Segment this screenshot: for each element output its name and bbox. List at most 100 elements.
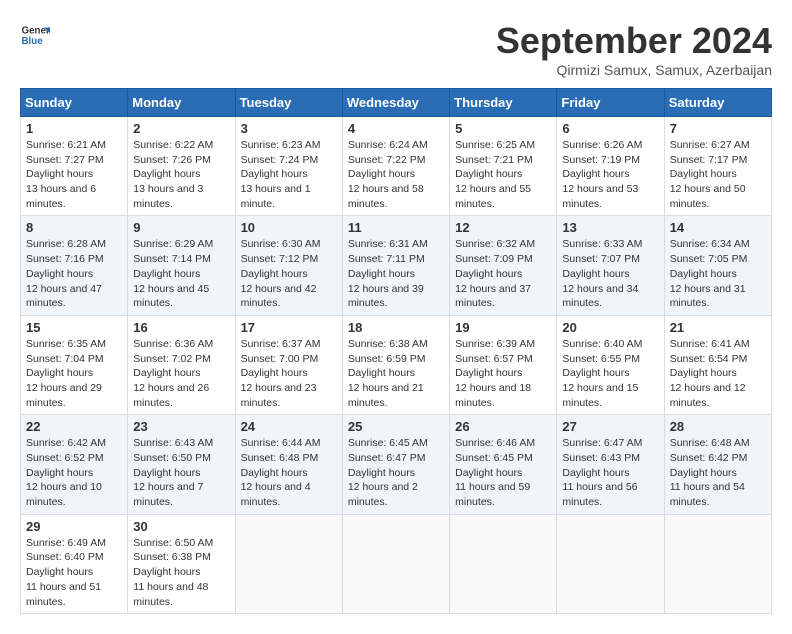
day-info: Sunrise: 6:27 AMSunset: 7:17 PMDaylight … [670,138,766,211]
day-number: 18 [348,320,444,335]
calendar-cell: 3 Sunrise: 6:23 AMSunset: 7:24 PMDaylight… [235,117,342,216]
day-info: Sunrise: 6:38 AMSunset: 6:59 PMDaylight … [348,337,444,410]
logo-icon: General Blue [20,20,50,50]
day-number: 14 [670,220,766,235]
day-number: 3 [241,121,337,136]
day-info: Sunrise: 6:47 AMSunset: 6:43 PMDaylight … [562,436,658,509]
day-info: Sunrise: 6:46 AMSunset: 6:45 PMDaylight … [455,436,551,509]
day-info: Sunrise: 6:35 AMSunset: 7:04 PMDaylight … [26,337,122,410]
calendar-cell [235,514,342,613]
day-number: 20 [562,320,658,335]
calendar-cell: 2Sunrise: 6:22 AMSunset: 7:26 PMDaylight… [128,117,235,216]
calendar-table: SundayMondayTuesdayWednesdayThursdayFrid… [20,88,772,614]
day-number: 25 [348,419,444,434]
calendar-cell: 26 Sunrise: 6:46 AMSunset: 6:45 PMDayligh… [450,415,557,514]
weekday-header-saturday: Saturday [664,89,771,117]
day-info: Sunrise: 6:21 AMSunset: 7:27 PMDaylight … [26,138,122,211]
day-number: 19 [455,320,551,335]
day-number: 16 [133,320,229,335]
day-info: Sunrise: 6:48 AMSunset: 6:42 PMDaylight … [670,436,766,509]
day-info: Sunrise: 6:24 AMSunset: 7:22 PMDaylight … [348,138,444,211]
weekday-header-wednesday: Wednesday [342,89,449,117]
calendar-cell [557,514,664,613]
day-info: Sunrise: 6:29 AMSunset: 7:14 PMDaylight … [133,237,229,310]
day-number: 1 [26,121,122,136]
calendar-week-row: 1 Sunrise: 6:21 AMSunset: 7:27 PMDaylight… [21,117,772,216]
calendar-cell: 22 Sunrise: 6:42 AMSunset: 6:52 PMDayligh… [21,415,128,514]
day-number: 5 [455,121,551,136]
calendar-cell: 9 Sunrise: 6:29 AMSunset: 7:14 PMDaylight… [128,216,235,315]
calendar-cell: 28 Sunrise: 6:48 AMSunset: 6:42 PMDayligh… [664,415,771,514]
title-area: September 2024 Qirmizi Samux, Samux, Aze… [496,20,772,78]
calendar-cell [342,514,449,613]
calendar-cell: 4 Sunrise: 6:24 AMSunset: 7:22 PMDaylight… [342,117,449,216]
calendar-cell: 29 Sunrise: 6:49 AMSunset: 6:40 PMDayligh… [21,514,128,613]
day-info: Sunrise: 6:25 AMSunset: 7:21 PMDaylight … [455,138,551,211]
day-number: 29 [26,519,122,534]
day-number: 22 [26,419,122,434]
calendar-cell: 5 Sunrise: 6:25 AMSunset: 7:21 PMDaylight… [450,117,557,216]
day-number: 8 [26,220,122,235]
month-title: September 2024 [496,20,772,62]
day-info: Sunrise: 6:30 AMSunset: 7:12 PMDaylight … [241,237,337,310]
weekday-header-tuesday: Tuesday [235,89,342,117]
calendar-cell: 27 Sunrise: 6:47 AMSunset: 6:43 PMDayligh… [557,415,664,514]
day-number: 28 [670,419,766,434]
day-number: 27 [562,419,658,434]
calendar-cell: 12Sunrise: 6:32 AMSunset: 7:09 PMDayligh… [450,216,557,315]
day-info: Sunrise: 6:23 AMSunset: 7:24 PMDaylight … [241,138,337,211]
location-subtitle: Qirmizi Samux, Samux, Azerbaijan [496,62,772,78]
day-number: 10 [241,220,337,235]
calendar-week-row: 15Sunrise: 6:35 AMSunset: 7:04 PMDayligh… [21,315,772,414]
day-number: 11 [348,220,444,235]
day-info: Sunrise: 6:31 AMSunset: 7:11 PMDaylight … [348,237,444,310]
day-number: 24 [241,419,337,434]
day-number: 7 [670,121,766,136]
calendar-cell: 16 Sunrise: 6:36 AMSunset: 7:02 PMDayligh… [128,315,235,414]
calendar-cell: 11 Sunrise: 6:31 AMSunset: 7:11 PMDayligh… [342,216,449,315]
weekday-header-friday: Friday [557,89,664,117]
day-number: 26 [455,419,551,434]
calendar-cell: 15Sunrise: 6:35 AMSunset: 7:04 PMDayligh… [21,315,128,414]
day-info: Sunrise: 6:41 AMSunset: 6:54 PMDaylight … [670,337,766,410]
weekday-header-sunday: Sunday [21,89,128,117]
day-info: Sunrise: 6:44 AMSunset: 6:48 PMDaylight … [241,436,337,509]
day-number: 13 [562,220,658,235]
day-info: Sunrise: 6:34 AMSunset: 7:05 PMDaylight … [670,237,766,310]
day-info: Sunrise: 6:26 AMSunset: 7:19 PMDaylight … [562,138,658,211]
day-number: 2 [133,121,229,136]
day-number: 4 [348,121,444,136]
calendar-cell: 25 Sunrise: 6:45 AMSunset: 6:47 PMDayligh… [342,415,449,514]
day-number: 17 [241,320,337,335]
day-info: Sunrise: 6:39 AMSunset: 6:57 PMDaylight … [455,337,551,410]
logo: General Blue [20,20,50,50]
day-number: 9 [133,220,229,235]
calendar-cell: 6 Sunrise: 6:26 AMSunset: 7:19 PMDaylight… [557,117,664,216]
calendar-cell: 17 Sunrise: 6:37 AMSunset: 7:00 PMDayligh… [235,315,342,414]
calendar-cell: 21Sunrise: 6:41 AMSunset: 6:54 PMDayligh… [664,315,771,414]
day-info: Sunrise: 6:50 AMSunset: 6:38 PMDaylight … [133,536,229,609]
calendar-cell: 1 Sunrise: 6:21 AMSunset: 7:27 PMDaylight… [21,117,128,216]
calendar-week-row: 22 Sunrise: 6:42 AMSunset: 6:52 PMDayligh… [21,415,772,514]
calendar-cell: 30Sunrise: 6:50 AMSunset: 6:38 PMDayligh… [128,514,235,613]
calendar-cell: 10 Sunrise: 6:30 AMSunset: 7:12 PMDayligh… [235,216,342,315]
svg-text:General: General [22,26,51,37]
calendar-cell: 20 Sunrise: 6:40 AMSunset: 6:55 PMDayligh… [557,315,664,414]
calendar-cell: 13Sunrise: 6:33 AMSunset: 7:07 PMDayligh… [557,216,664,315]
day-info: Sunrise: 6:28 AMSunset: 7:16 PMDaylight … [26,237,122,310]
calendar-cell: 24 Sunrise: 6:44 AMSunset: 6:48 PMDayligh… [235,415,342,514]
calendar-cell: 19 Sunrise: 6:39 AMSunset: 6:57 PMDayligh… [450,315,557,414]
day-info: Sunrise: 6:49 AMSunset: 6:40 PMDaylight … [26,536,122,609]
day-number: 12 [455,220,551,235]
calendar-week-row: 29 Sunrise: 6:49 AMSunset: 6:40 PMDayligh… [21,514,772,613]
day-info: Sunrise: 6:37 AMSunset: 7:00 PMDaylight … [241,337,337,410]
day-info: Sunrise: 6:45 AMSunset: 6:47 PMDaylight … [348,436,444,509]
weekday-header-thursday: Thursday [450,89,557,117]
day-number: 6 [562,121,658,136]
day-info: Sunrise: 6:40 AMSunset: 6:55 PMDaylight … [562,337,658,410]
weekday-header-row: SundayMondayTuesdayWednesdayThursdayFrid… [21,89,772,117]
svg-text:Blue: Blue [22,36,44,47]
day-info: Sunrise: 6:42 AMSunset: 6:52 PMDaylight … [26,436,122,509]
day-info: Sunrise: 6:36 AMSunset: 7:02 PMDaylight … [133,337,229,410]
calendar-cell: 14 Sunrise: 6:34 AMSunset: 7:05 PMDayligh… [664,216,771,315]
